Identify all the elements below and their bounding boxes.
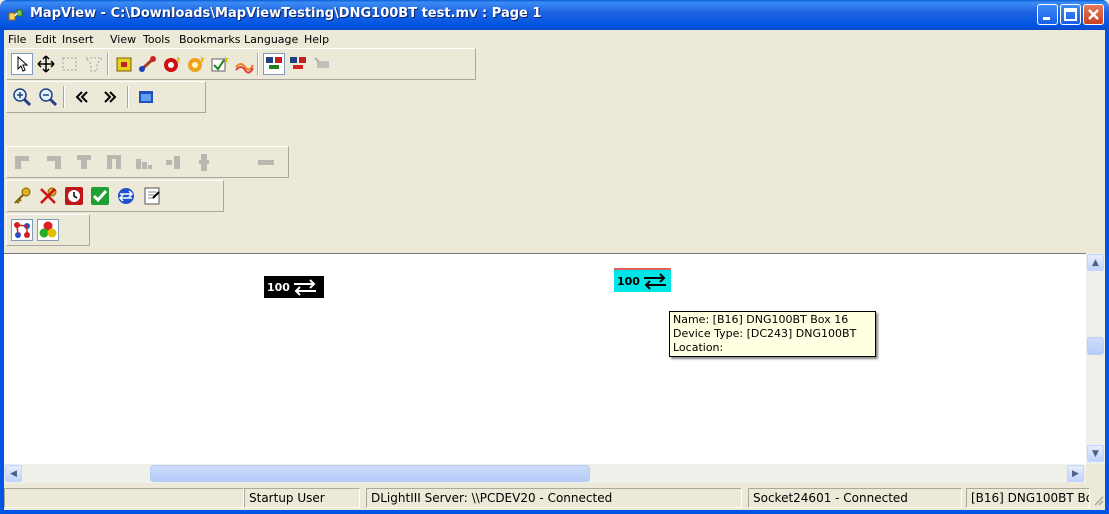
network-device-icon[interactable] [263, 53, 285, 75]
horizontal-scroll-thumb[interactable] [150, 465, 590, 482]
previous-icon[interactable] [71, 86, 93, 108]
polygon-select-icon[interactable] [83, 53, 105, 75]
arrow-up-icon: ▲ [1092, 257, 1099, 268]
minimize-button[interactable] [1037, 4, 1058, 25]
maximize-button[interactable] [1060, 4, 1081, 25]
arrow-left-icon: ◀ [10, 468, 17, 479]
add-panel-icon[interactable] [113, 53, 135, 75]
add-switch-icon[interactable] [209, 53, 231, 75]
properties-icon[interactable] [141, 185, 163, 207]
scroll-right-button[interactable]: ▶ [1067, 465, 1084, 482]
status-panel-empty [4, 488, 244, 508]
menu-view[interactable]: View [110, 33, 136, 46]
toolbar-security [6, 180, 224, 212]
distribute-horizontal-icon[interactable] [163, 151, 185, 173]
color-groups-icon[interactable] [37, 219, 59, 241]
key-icon[interactable] [11, 185, 33, 207]
align-bottom-icon[interactable] [103, 151, 125, 173]
tooltip-name: Name: [B16] DNG100BT Box 16 [673, 313, 849, 326]
distribute-icon[interactable] [133, 151, 155, 173]
clock-icon[interactable] [63, 185, 85, 207]
disabled-tool-icon[interactable] [311, 53, 333, 75]
zoom-in-icon[interactable] [11, 86, 33, 108]
menu-file[interactable]: File [8, 33, 26, 46]
scrollbar-corner [1086, 464, 1105, 483]
status-server: DLightIII Server: \\PCDEV20 - Connected [366, 488, 742, 508]
align-top-icon[interactable] [73, 151, 95, 173]
window-icon[interactable] [135, 86, 157, 108]
menu-help[interactable]: Help [304, 33, 329, 46]
add-wiring-icon[interactable] [233, 53, 255, 75]
connections-icon[interactable] [11, 219, 33, 241]
device-label: 100 [617, 274, 640, 288]
vertical-scrollbar[interactable]: ▲ ▼ [1086, 253, 1105, 464]
menu-insert[interactable]: Insert [62, 33, 94, 46]
menu-bookmarks[interactable]: Bookmarks [179, 33, 240, 46]
status-bar: Startup User DLightIII Server: \\PCDEV20… [4, 486, 1105, 510]
device-label: 100 [267, 280, 290, 294]
next-icon[interactable] [99, 86, 121, 108]
toolbar-alignment [6, 146, 289, 178]
maximize-icon [1064, 8, 1077, 21]
close-icon [1088, 9, 1099, 20]
toolbar-navigation [6, 81, 206, 113]
tooltip-device-type: Device Type: [DC243] DNG100BT [673, 327, 857, 340]
menu-bar: File Edit Insert View Tools Bookmarks La… [4, 30, 1105, 48]
bidirectional-arrows-icon [643, 273, 666, 290]
network-refresh-icon[interactable] [115, 185, 137, 207]
window-frame-right [1105, 30, 1109, 514]
pan-tool-icon[interactable] [35, 53, 57, 75]
key-remove-icon[interactable] [37, 185, 59, 207]
resize-grip-icon[interactable] [1092, 494, 1104, 506]
device-icon-box[interactable]: 100 [264, 276, 324, 298]
tooltip-location: Location: [673, 341, 724, 354]
window-title: MapView - C:\Downloads\MapViewTesting\DN… [30, 6, 542, 21]
check-icon[interactable] [89, 185, 111, 207]
toolbar-separator [127, 86, 129, 108]
add-device-icon[interactable] [161, 53, 183, 75]
arrow-right-icon: ▶ [1072, 468, 1079, 479]
toolbar-separator [63, 86, 65, 108]
bidirectional-arrows-icon [293, 279, 316, 296]
toolbar-drawing [6, 48, 476, 80]
horizontal-scrollbar[interactable]: ◀ ▶ [4, 464, 1086, 483]
network-remove-icon[interactable] [287, 53, 309, 75]
scroll-down-button[interactable]: ▼ [1087, 445, 1104, 462]
scroll-left-button[interactable]: ◀ [5, 465, 22, 482]
title-bar[interactable]: MapView - C:\Downloads\MapViewTesting\DN… [0, 0, 1109, 30]
scroll-up-button[interactable]: ▲ [1087, 254, 1104, 271]
mapview-app-icon [8, 9, 23, 21]
toolbar-view [6, 214, 90, 246]
device-icon-box-selected[interactable]: 100 [614, 268, 671, 292]
toolbar-separator [107, 53, 109, 75]
status-socket: Socket24601 - Connected [748, 488, 962, 508]
align-right-icon[interactable] [43, 151, 65, 173]
close-button[interactable] [1083, 4, 1104, 25]
window-frame-bottom [0, 510, 1109, 514]
menu-edit[interactable]: Edit [35, 33, 56, 46]
device-tooltip: Name: [B16] DNG100BT Box 16 Device Type:… [669, 311, 876, 357]
align-left-icon[interactable] [11, 151, 33, 173]
arrow-down-icon: ▼ [1092, 448, 1099, 459]
status-device: [B16] DNG100BT Bo [966, 488, 1090, 508]
add-light-icon[interactable] [185, 53, 207, 75]
toolbar-separator [257, 53, 259, 75]
menu-language[interactable]: Language [244, 33, 298, 46]
map-canvas[interactable] [4, 253, 1086, 465]
minimize-icon [1043, 17, 1050, 20]
rectangle-select-icon[interactable] [59, 53, 81, 75]
status-user: Startup User [244, 488, 360, 508]
vertical-scroll-thumb[interactable] [1087, 337, 1104, 355]
add-link-icon[interactable] [137, 53, 159, 75]
zoom-out-icon[interactable] [37, 86, 59, 108]
arrange-icon[interactable] [255, 151, 277, 173]
menu-tools[interactable]: Tools [143, 33, 170, 46]
pointer-tool-icon[interactable] [11, 53, 33, 75]
distribute-vertical-icon[interactable] [193, 151, 215, 173]
